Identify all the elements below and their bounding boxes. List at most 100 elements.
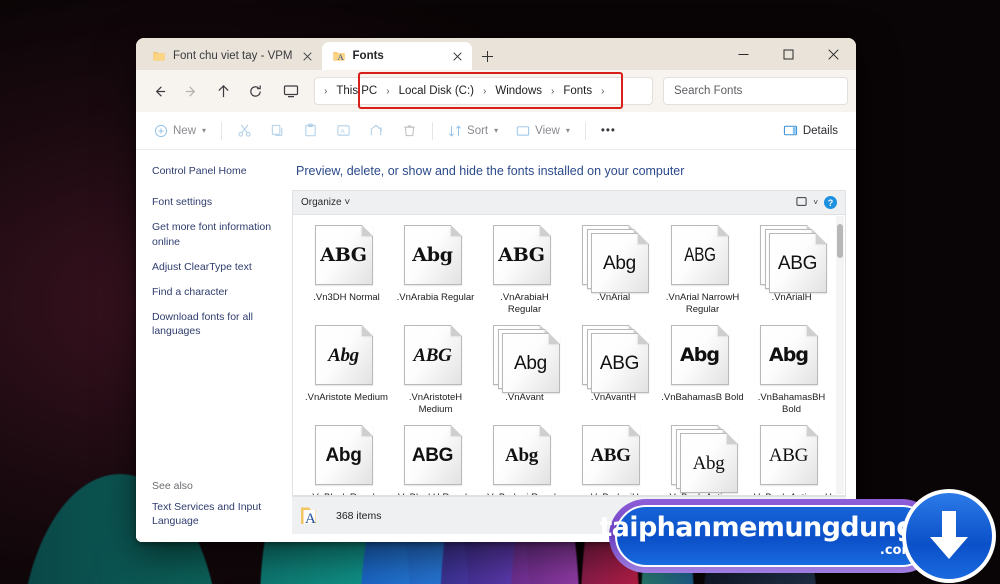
breadcrumb-separator: › (386, 85, 390, 97)
sidebar-item-get-more-font-information-online[interactable]: Get more font information online (152, 220, 282, 248)
sidebar-item-font-settings[interactable]: Font settings (152, 195, 282, 209)
address-bar[interactable]: › This PC › Local Disk (C:) › Windows › … (314, 77, 653, 105)
font-item[interactable]: Abg .VnBodoni Regular (481, 425, 568, 495)
view-icon[interactable] (796, 196, 807, 210)
sidebar-item-control-panel-home[interactable]: Control Panel Home (152, 164, 282, 178)
sidebar-item-text-services-and-input-language[interactable]: Text Services and Input Language (152, 500, 282, 542)
details-pane-button[interactable]: Details (775, 117, 846, 145)
maximize-button[interactable] (766, 38, 811, 70)
details-label: Details (802, 124, 838, 137)
font-item[interactable]: Abg .VnBahamasBH Bold (748, 325, 835, 425)
share-button[interactable] (361, 117, 392, 145)
font-item[interactable]: Abg .VnAvant (481, 325, 568, 425)
sidebar-item-adjust-cleartype-text[interactable]: Adjust ClearType text (152, 260, 282, 274)
font-preview-glyph: ABG (413, 344, 452, 366)
watermark-site-name: taiphanmemungdung (599, 512, 915, 543)
file-explorer-window: Font chu viet tay - VPM A Fonts › This P… (136, 38, 856, 542)
watermark-pill: taiphanmemungdung .com (599, 499, 939, 573)
tab-close-icon[interactable] (450, 48, 466, 64)
font-item[interactable]: Abg .VnArial (570, 225, 657, 325)
breadcrumb-this-pc[interactable]: This PC (331, 83, 382, 99)
divider (432, 121, 434, 140)
more-options-button[interactable]: ••• (593, 117, 624, 145)
font-preview-glyph: ABG (683, 244, 716, 266)
sort-button[interactable]: Sort ▾ (440, 117, 506, 145)
fonts-content-pane: Preview, delete, or show and hide the fo… (282, 150, 856, 542)
breadcrumb-windows[interactable]: Windows (490, 83, 547, 99)
font-item[interactable]: ABG .VnBlackH Regular (392, 425, 479, 495)
cut-button[interactable] (229, 117, 260, 145)
divider (584, 121, 586, 140)
chevron-down-icon: ˅ (344, 197, 351, 208)
this-pc-icon[interactable] (276, 76, 306, 106)
forward-button[interactable] (176, 76, 206, 106)
font-name-label: .VnBlackH Regular (395, 492, 475, 495)
font-name-label: .VnBlack Regular (310, 492, 383, 495)
paste-button[interactable] (295, 117, 326, 145)
breadcrumb-local-disk[interactable]: Local Disk (C:) (394, 83, 479, 99)
minimize-button[interactable] (721, 38, 766, 70)
font-preview-glyph: ABG (320, 243, 367, 266)
tab-font-chu-viet-tay[interactable]: Font chu viet tay - VPM (142, 42, 322, 70)
font-item[interactable]: ABG .VnArabiaH Regular (481, 225, 568, 325)
font-preview-glyph: ABG (777, 252, 818, 274)
search-placeholder: Search Fonts (674, 85, 743, 97)
tab-fonts[interactable]: A Fonts (321, 42, 472, 70)
fonts-grid: ABG .Vn3DH Normal Abg .VnArabia Regular ABG.… (293, 215, 845, 495)
font-thumbnail: ABG (759, 225, 827, 293)
scrollbar-thumb[interactable] (837, 224, 843, 258)
font-item[interactable]: Abg .VnBahamasB Bold (659, 325, 746, 425)
sidebar-item-download-fonts-for-all-languages[interactable]: Download fonts for all languages (152, 310, 282, 338)
tab-close-icon[interactable] (300, 48, 316, 64)
delete-button[interactable] (394, 117, 425, 145)
font-item[interactable]: Abg .VnAristote Medium (303, 325, 390, 425)
view-chevron-icon[interactable]: ˅ (813, 198, 818, 207)
font-preview-glyph: ABG (590, 444, 631, 466)
tab-label: Fonts (352, 50, 384, 62)
view-button[interactable]: View ▾ (508, 117, 578, 145)
font-item[interactable]: Abg .VnBlack Regular (303, 425, 390, 495)
page-title: Preview, delete, or show and hide the fo… (296, 164, 685, 178)
organize-button[interactable]: Organize ˅ (301, 197, 350, 208)
fonts-grid-container: ABG .Vn3DH Normal Abg .VnArabia Regular ABG.… (292, 214, 846, 496)
sidebar-item-find-a-character[interactable]: Find a character (152, 285, 282, 299)
refresh-button[interactable] (240, 76, 270, 106)
font-thumbnail: Abg (403, 225, 468, 287)
font-item[interactable]: ABG .VnAvantH (570, 325, 657, 425)
chevron-down-icon: ▾ (202, 126, 207, 135)
font-preview-glyph: Abg (412, 243, 453, 266)
font-preview-glyph: ABG (498, 243, 545, 266)
close-button[interactable] (811, 38, 856, 70)
font-item[interactable]: ABG .VnArial NarrowH Regular (659, 225, 746, 325)
up-button[interactable] (208, 76, 238, 106)
address-bar-wrapper: › This PC › Local Disk (C:) › Windows › … (314, 72, 653, 109)
new-tab-button[interactable] (474, 42, 502, 70)
watermark-inner: taiphanmemungdung .com (599, 505, 933, 567)
chevron-down-icon: ▾ (565, 126, 570, 135)
font-preview-glyph: ABG (768, 444, 809, 466)
new-button[interactable]: New ▾ (146, 117, 214, 145)
font-item[interactable]: ABG .Vn3DH Normal (303, 225, 390, 325)
font-name-label: .VnAristoteH Medium (408, 392, 463, 415)
font-item[interactable]: ABG .VnAristoteH Medium (392, 325, 479, 425)
window-titlebar: Font chu viet tay - VPM A Fonts (136, 38, 856, 70)
font-thumbnail: Abg (314, 325, 379, 387)
font-item[interactable]: Abg .VnArabia Regular (392, 225, 479, 325)
copy-button[interactable] (262, 117, 293, 145)
help-button[interactable]: ? (824, 196, 837, 209)
font-item[interactable]: ABG.VnBook-Antiqua H Regular (748, 425, 835, 495)
rename-button[interactable]: A (328, 117, 359, 145)
font-thumbnail: ABG (670, 225, 735, 287)
font-item[interactable]: ABG .VnArialH (748, 225, 835, 325)
font-name-label: .VnBahamasB Bold (661, 392, 744, 403)
vertical-scrollbar[interactable] (836, 216, 844, 494)
breadcrumb-separator: › (551, 85, 555, 97)
breadcrumb-fonts[interactable]: Fonts (558, 83, 597, 99)
font-item[interactable]: Abg.VnBook-Antiqua (659, 425, 746, 495)
back-button[interactable] (144, 76, 174, 106)
search-input[interactable]: Search Fonts (663, 77, 848, 105)
font-preview-glyph: Abg (603, 252, 636, 274)
font-thumbnail: ABG (314, 225, 379, 287)
font-item[interactable]: ABG.VnBodoniH Regular (570, 425, 657, 495)
